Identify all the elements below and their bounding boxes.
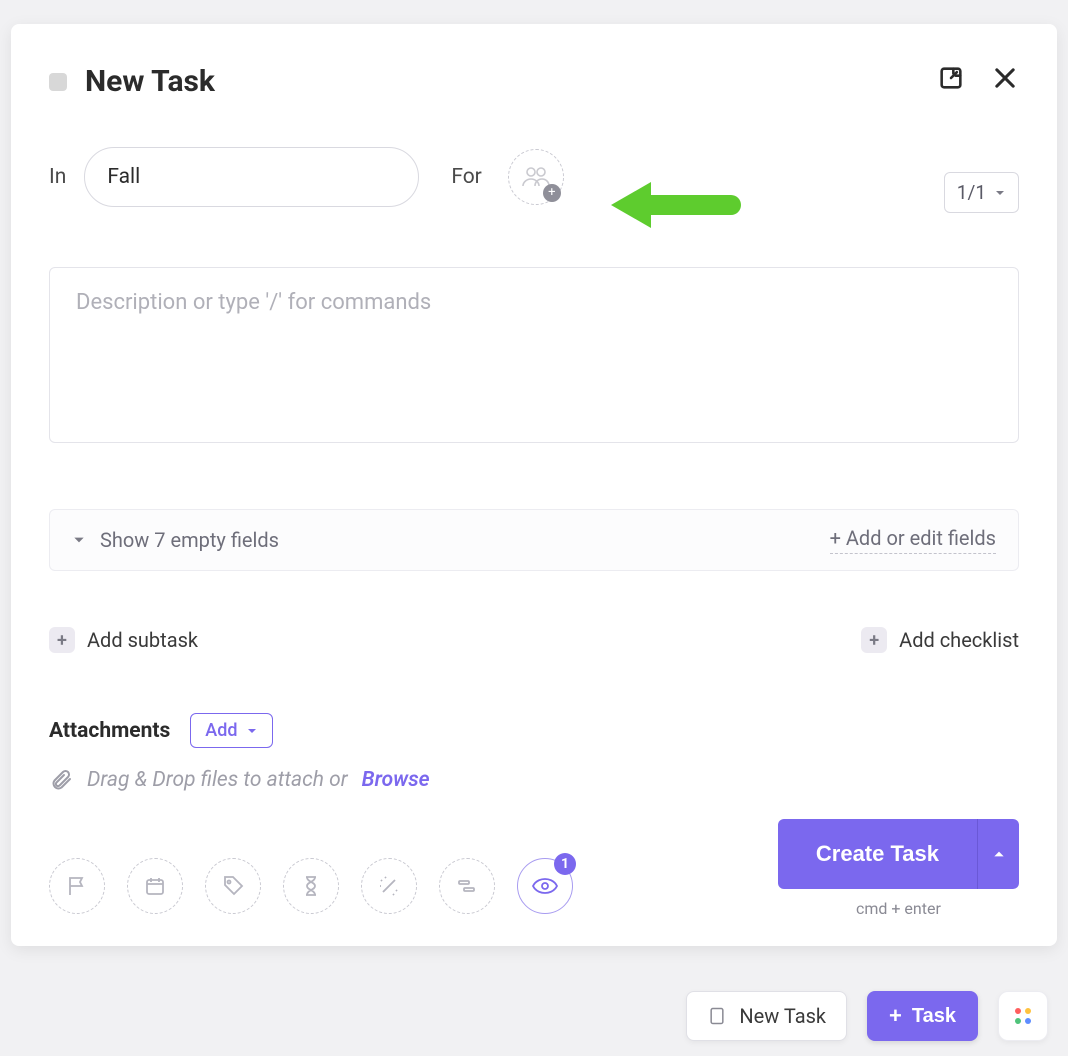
modal-title[interactable]: New Task bbox=[85, 64, 215, 99]
empty-fields-bar: Show 7 empty fields + Add or edit fields bbox=[49, 509, 1019, 571]
sprint-points-button[interactable] bbox=[361, 858, 417, 914]
tags-button[interactable] bbox=[205, 858, 261, 914]
flag-icon bbox=[65, 874, 89, 898]
create-button-group: Create Task bbox=[778, 819, 1019, 889]
calendar-icon bbox=[143, 874, 167, 898]
add-edit-fields-link[interactable]: + Add or edit fields bbox=[830, 526, 996, 554]
new-task-modal: New Task In Fall For bbox=[11, 24, 1057, 946]
meta-row: In Fall For + bbox=[49, 147, 1019, 207]
assignee-plus-icon: + bbox=[543, 184, 561, 202]
add-subtask-label: Add subtask bbox=[87, 628, 198, 652]
add-checklist-button[interactable]: + Add checklist bbox=[861, 627, 1019, 653]
header-actions bbox=[937, 64, 1019, 92]
due-date-button[interactable] bbox=[127, 858, 183, 914]
dependencies-button[interactable] bbox=[439, 858, 495, 914]
task-options-icons: 1 bbox=[49, 858, 573, 914]
new-task-btn-label: Task bbox=[912, 1005, 956, 1028]
list-selector-value: Fall bbox=[107, 165, 140, 189]
minimized-task-card[interactable]: New Task bbox=[686, 991, 847, 1041]
show-empty-fields-toggle[interactable]: Show 7 empty fields bbox=[72, 528, 279, 552]
apps-grid-icon bbox=[1012, 1005, 1034, 1027]
plus-icon: + bbox=[889, 1003, 902, 1029]
in-label: In bbox=[49, 165, 66, 189]
eye-icon bbox=[531, 877, 559, 895]
browse-link[interactable]: Browse bbox=[362, 768, 430, 792]
chevron-down-icon bbox=[994, 187, 1006, 199]
gantt-icon bbox=[455, 874, 479, 898]
add-checklist-label: Add checklist bbox=[899, 628, 1019, 652]
plus-icon: + bbox=[49, 627, 75, 653]
plus-icon: + bbox=[861, 627, 887, 653]
task-count-selector[interactable]: 1/1 bbox=[944, 172, 1019, 213]
task-count-label: 1/1 bbox=[957, 181, 986, 204]
tag-icon bbox=[221, 874, 245, 898]
close-icon[interactable] bbox=[991, 64, 1019, 92]
chevron-down-icon bbox=[246, 725, 258, 737]
expand-icon[interactable] bbox=[937, 64, 965, 92]
hourglass-icon bbox=[299, 874, 323, 898]
list-selector[interactable]: Fall bbox=[84, 147, 419, 207]
create-task-dropdown[interactable] bbox=[977, 819, 1019, 889]
shortcut-hint: cmd + enter bbox=[856, 899, 941, 918]
create-area: Create Task cmd + enter bbox=[778, 819, 1019, 918]
watchers-button[interactable]: 1 bbox=[517, 858, 573, 914]
attachments-add-button[interactable]: Add bbox=[190, 713, 272, 748]
watchers-count-badge: 1 bbox=[554, 853, 576, 875]
attachments-row: Attachments Add bbox=[49, 713, 1019, 748]
status-color-box[interactable] bbox=[49, 73, 67, 91]
description-input[interactable] bbox=[49, 267, 1019, 443]
document-icon bbox=[707, 1006, 727, 1026]
modal-header: New Task bbox=[49, 64, 1019, 99]
minimized-task-label: New Task bbox=[739, 1004, 826, 1028]
dragdrop-text: Drag & Drop files to attach or bbox=[87, 768, 348, 792]
attachments-add-label: Add bbox=[205, 720, 237, 741]
assignee-picker[interactable]: + bbox=[508, 149, 564, 205]
chevron-up-icon bbox=[992, 847, 1006, 861]
new-task-button[interactable]: + Task bbox=[867, 991, 978, 1041]
subtask-checklist-row: + Add subtask + Add checklist bbox=[49, 627, 1019, 653]
chevron-down-icon bbox=[72, 533, 86, 547]
show-fields-label: Show 7 empty fields bbox=[100, 528, 279, 552]
bottom-floaters: New Task + Task bbox=[0, 976, 1068, 1056]
priority-button[interactable] bbox=[49, 858, 105, 914]
add-subtask-button[interactable]: + Add subtask bbox=[49, 627, 198, 653]
paperclip-icon bbox=[49, 768, 73, 792]
dragdrop-hint: Drag & Drop files to attach or Browse bbox=[49, 768, 1019, 792]
create-task-button[interactable]: Create Task bbox=[778, 819, 977, 889]
attachments-title: Attachments bbox=[49, 719, 170, 743]
for-label: For bbox=[451, 165, 482, 189]
wand-icon bbox=[377, 874, 401, 898]
time-estimate-button[interactable] bbox=[283, 858, 339, 914]
apps-grid-button[interactable] bbox=[998, 991, 1048, 1041]
